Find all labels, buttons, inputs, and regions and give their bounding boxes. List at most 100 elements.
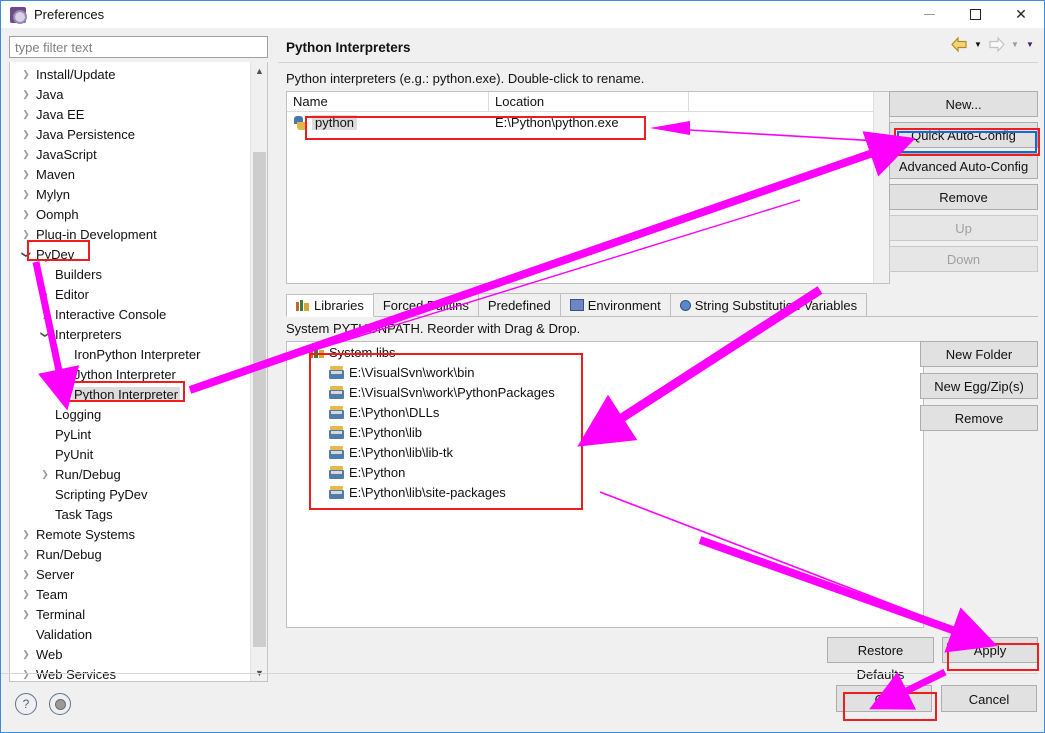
tab-string-substitution-variables[interactable]: String Substitution Variables — [670, 293, 867, 316]
sidebar-item-scripting-pydev[interactable]: Scripting PyDev — [10, 484, 250, 504]
tab-libraries[interactable]: Libraries — [286, 294, 374, 317]
libraries-root-row[interactable]: ▼ System libs — [287, 342, 923, 362]
sidebar-item-jython-interpreter[interactable]: Jython Interpreter — [10, 364, 250, 384]
chevron-right-icon[interactable]: ❯ — [18, 610, 34, 619]
tab-predefined[interactable]: Predefined — [478, 293, 561, 316]
up-button: Up — [889, 215, 1038, 241]
chevron-right-icon[interactable]: ❯ — [18, 90, 34, 99]
help-icon[interactable]: ? — [15, 693, 37, 715]
chevron-right-icon[interactable]: ❯ — [18, 130, 34, 139]
table-scrollbar[interactable] — [873, 92, 889, 283]
sidebar-item-interactive-console[interactable]: ❯Interactive Console — [10, 304, 250, 324]
sidebar-item-editor[interactable]: ❯Editor — [10, 284, 250, 304]
sidebar-item-builders[interactable]: Builders — [10, 264, 250, 284]
sidebar-item-pyunit[interactable]: PyUnit — [10, 444, 250, 464]
sidebar-item-server[interactable]: ❯Server — [10, 564, 250, 584]
sidebar-item-pylint[interactable]: PyLint — [10, 424, 250, 444]
library-path-row[interactable]: E:\Python\lib\lib-tk — [287, 442, 923, 462]
chevron-right-icon[interactable]: ❯ — [18, 110, 34, 119]
chevron-right-icon[interactable]: ❯ — [18, 210, 34, 219]
ok-button[interactable]: OK — [836, 685, 932, 712]
back-dropdown-icon[interactable]: ▼ — [972, 36, 984, 53]
scrollbar-thumb[interactable] — [253, 152, 266, 647]
remove-library-button[interactable]: Remove — [920, 405, 1038, 431]
new-egg-zip-button[interactable]: New Egg/Zip(s) — [920, 373, 1038, 399]
record-icon[interactable] — [49, 693, 71, 715]
column-header-location[interactable]: Location — [489, 92, 689, 111]
sidebar-item-java-ee[interactable]: ❯Java EE — [10, 104, 250, 124]
sidebar-item-java[interactable]: ❯Java — [10, 84, 250, 104]
scroll-up-icon[interactable]: ▲ — [251, 62, 268, 79]
back-arrow-icon[interactable] — [950, 36, 969, 53]
apply-button[interactable]: Apply — [942, 637, 1038, 663]
column-header-name[interactable]: Name — [287, 92, 489, 111]
chevron-right-icon[interactable]: ❯ — [18, 70, 34, 79]
chevron-right-icon[interactable]: ❯ — [18, 230, 34, 239]
library-path-row[interactable]: E:\Python\DLLs — [287, 402, 923, 422]
close-button[interactable]: ✕ — [998, 1, 1044, 28]
chevron-right-icon[interactable]: ❯ — [18, 170, 34, 179]
restore-defaults-button[interactable]: Restore Defaults — [827, 637, 934, 663]
sidebar-item-java-persistence[interactable]: ❯Java Persistence — [10, 124, 250, 144]
library-path-row[interactable]: E:\Python\lib\site-packages — [287, 482, 923, 502]
chevron-down-icon[interactable]: ❯ — [41, 326, 50, 342]
chevron-right-icon[interactable]: ❯ — [18, 590, 34, 599]
sidebar-item-web[interactable]: ❯Web — [10, 644, 250, 664]
chevron-down-icon[interactable]: ❯ — [22, 246, 31, 262]
forward-dropdown-icon[interactable]: ▼ — [1009, 36, 1021, 53]
chevron-right-icon[interactable]: ❯ — [18, 190, 34, 199]
tab-label: String Substitution Variables — [695, 298, 857, 313]
sidebar-item-run-debug[interactable]: ❯Run/Debug — [10, 544, 250, 564]
advanced-auto-config-button[interactable]: Advanced Auto-Config — [889, 153, 1038, 179]
sidebar-item-javascript[interactable]: ❯JavaScript — [10, 144, 250, 164]
libraries-tree[interactable]: ▼ System libs E:\VisualSvn\work\binE:\Vi… — [286, 341, 924, 628]
chevron-right-icon[interactable]: ❯ — [37, 290, 53, 299]
cancel-button[interactable]: Cancel — [941, 685, 1037, 712]
tree-scrollbar[interactable]: ▲ ▼ — [250, 62, 267, 681]
library-path-row[interactable]: E:\Python — [287, 462, 923, 482]
expand-arrow-icon[interactable]: ▼ — [295, 348, 309, 357]
sidebar-item-interpreters[interactable]: ❯Interpreters — [10, 324, 250, 344]
chevron-right-icon[interactable]: ❯ — [37, 310, 53, 319]
chevron-right-icon[interactable]: ❯ — [18, 670, 34, 679]
tab-forced-builtins[interactable]: Forced Builtins — [373, 293, 479, 316]
library-path-row[interactable]: E:\Python\lib — [287, 422, 923, 442]
chevron-right-icon[interactable]: ❯ — [37, 470, 53, 479]
sidebar-item-mylyn[interactable]: ❯Mylyn — [10, 184, 250, 204]
sidebar-item-install-update[interactable]: ❯Install/Update — [10, 64, 250, 84]
minimize-button[interactable] — [906, 1, 952, 28]
tab-environment[interactable]: Environment — [560, 293, 671, 316]
page-menu-icon[interactable]: ▼ — [1024, 36, 1036, 53]
sidebar-item-maven[interactable]: ❯Maven — [10, 164, 250, 184]
remove-interpreter-button[interactable]: Remove — [889, 184, 1038, 210]
chevron-right-icon[interactable]: ❯ — [18, 150, 34, 159]
chevron-right-icon[interactable]: ❯ — [18, 650, 34, 659]
sidebar-item-label: PyLint — [53, 427, 93, 442]
sidebar-item-ironpython-interpreter[interactable]: IronPython Interpreter — [10, 344, 250, 364]
sidebar-item-python-interpreter[interactable]: Python Interpreter — [10, 384, 250, 404]
chevron-right-icon[interactable]: ❯ — [18, 550, 34, 559]
table-row[interactable]: python E:\Python\python.exe — [287, 112, 889, 133]
forward-arrow-icon[interactable] — [987, 36, 1006, 53]
maximize-button[interactable] — [952, 1, 998, 28]
quick-auto-config-button[interactable]: Quick Auto-Config — [889, 122, 1038, 148]
preferences-tree[interactable]: ❯Install/Update❯Java❯Java EE❯Java Persis… — [10, 64, 250, 682]
new-button[interactable]: New... — [889, 91, 1038, 117]
search-input[interactable] — [9, 36, 268, 58]
library-path-row[interactable]: E:\VisualSvn\work\PythonPackages — [287, 382, 923, 402]
sidebar-item-logging[interactable]: Logging — [10, 404, 250, 424]
chevron-right-icon[interactable]: ❯ — [18, 570, 34, 579]
interpreters-table[interactable]: Name Location python E:\Python\python.ex… — [286, 91, 890, 284]
sidebar-item-team[interactable]: ❯Team — [10, 584, 250, 604]
library-path-row[interactable]: E:\VisualSvn\work\bin — [287, 362, 923, 382]
sidebar-item-terminal[interactable]: ❯Terminal — [10, 604, 250, 624]
sidebar-item-pydev[interactable]: ❯PyDev — [10, 244, 250, 264]
new-folder-button[interactable]: New Folder — [920, 341, 1038, 367]
sidebar-item-oomph[interactable]: ❯Oomph — [10, 204, 250, 224]
sidebar-item-run-debug[interactable]: ❯Run/Debug — [10, 464, 250, 484]
sidebar-item-validation[interactable]: Validation — [10, 624, 250, 644]
sidebar-item-task-tags[interactable]: Task Tags — [10, 504, 250, 524]
sidebar-item-plug-in-development[interactable]: ❯Plug-in Development — [10, 224, 250, 244]
sidebar-item-remote-systems[interactable]: ❯Remote Systems — [10, 524, 250, 544]
chevron-right-icon[interactable]: ❯ — [18, 530, 34, 539]
